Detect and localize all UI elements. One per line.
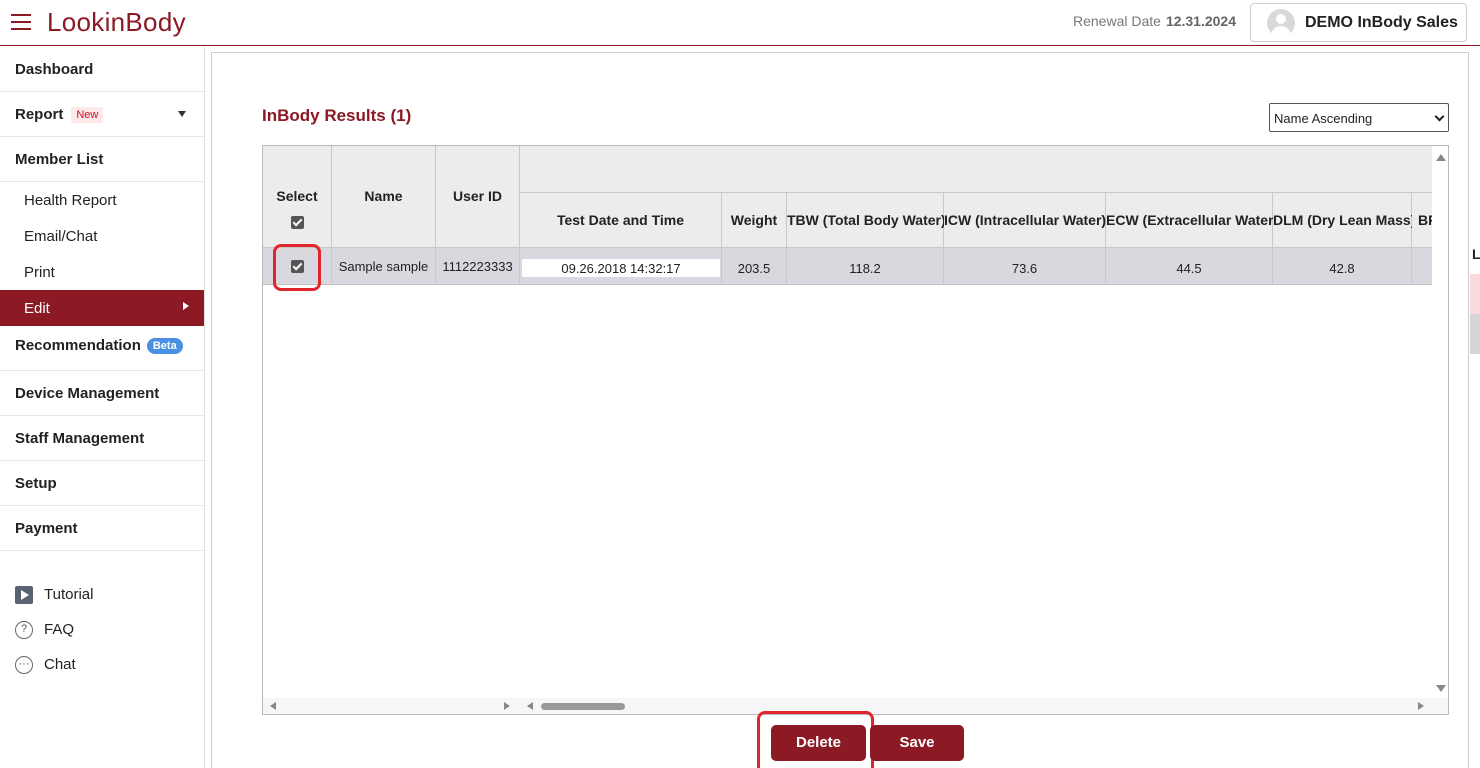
scroll-down-icon[interactable] (1436, 685, 1446, 692)
select-all-checkbox[interactable] (290, 216, 304, 229)
column-header-test-date[interactable]: Test Date and Time (520, 193, 722, 248)
help-item-chat[interactable]: ··· Chat (14, 647, 93, 682)
app-logo[interactable]: LookinBody (47, 7, 186, 38)
sidebar-item-label: Edit (24, 300, 50, 317)
test-date-input[interactable]: 09.26.2018 14:32:17 (522, 259, 720, 277)
checkbox-highlight-marker (273, 244, 321, 291)
user-name: DEMO InBody Sales (1305, 14, 1458, 31)
scroll-left-icon[interactable] (527, 702, 533, 710)
page-title: InBody Results (1) (262, 106, 412, 125)
renewal-info: Renewal Date 12.31.2024 (1073, 13, 1236, 29)
sidebar-item-label: Staff Management (15, 430, 145, 447)
column-header-ecw[interactable]: ECW (Extracellular Water) (1106, 193, 1278, 248)
header-label: Select (276, 188, 318, 204)
row-ecw[interactable]: 44.5 (1106, 248, 1273, 285)
vertical-scrollbar[interactable] (1432, 146, 1448, 700)
sidebar-item-recommendation[interactable]: Recommendation Beta (0, 326, 204, 371)
sidebar-item-label: Report (15, 106, 64, 123)
sidebar-subitem-email-chat[interactable]: Email/Chat (0, 218, 204, 254)
scroll-thumb[interactable] (541, 703, 625, 710)
scroll-right-icon[interactable] (1418, 702, 1424, 710)
avatar-icon (1267, 9, 1295, 37)
row-bf[interactable] (1412, 248, 1434, 285)
sidebar-item-dashboard[interactable]: Dashboard (0, 47, 204, 92)
sidebar-item-label: Member List (15, 151, 104, 168)
renewal-label: Renewal Date (1073, 13, 1161, 29)
sidebar-item-label: Payment (15, 520, 78, 537)
sidebar-item-label: Recommendation (15, 337, 141, 354)
help-label: FAQ (44, 621, 75, 638)
chevron-down-icon (1434, 111, 1445, 122)
column-header-bf[interactable]: BF (1412, 193, 1434, 248)
beta-badge: Beta (146, 338, 183, 354)
chat-bubble-icon: ··· (15, 655, 33, 674)
sort-selected-value: Name Ascending (1274, 111, 1373, 126)
scroll-up-icon[interactable] (1436, 154, 1446, 161)
sidebar-item-member-list[interactable]: Member List (0, 137, 204, 182)
scroll-left-icon[interactable] (270, 702, 276, 710)
help-item-faq[interactable]: ? FAQ (14, 612, 93, 647)
chevron-right-icon (183, 302, 189, 310)
save-button[interactable]: Save (870, 725, 964, 761)
sidebar-item-staff-management[interactable]: Staff Management (0, 416, 204, 461)
sidebar-item-payment[interactable]: Payment (0, 506, 204, 551)
column-header-dlm[interactable]: DLM (Dry Lean Mass) (1273, 193, 1415, 248)
help-label: Tutorial (44, 586, 94, 603)
row-test-date-cell: 09.26.2018 14:32:17 (520, 248, 722, 285)
sidebar-item-label: Setup (15, 475, 57, 492)
row-tbw[interactable]: 118.2 (787, 248, 944, 285)
row-user-id[interactable]: 1112223333 (436, 248, 520, 285)
header-group-band (520, 146, 1434, 193)
chevron-down-icon (178, 111, 186, 117)
top-header: LookinBody Renewal Date 12.31.2024 DEMO I… (0, 0, 1480, 46)
sidebar-subitem-edit[interactable]: Edit (0, 290, 204, 326)
sidebar-item-report[interactable]: Report New (0, 92, 204, 137)
column-header-icw[interactable]: ICW (Intracellular Water) (944, 193, 1106, 248)
cut-off-panel (1470, 314, 1480, 354)
cut-off-label: L (1472, 246, 1480, 262)
sidebar-subitem-health-report[interactable]: Health Report (0, 182, 204, 218)
sidebar-subitem-print[interactable]: Print (0, 254, 204, 290)
results-table: Select Name User ID Test Date and Time W… (262, 145, 1449, 715)
help-label: Chat (44, 656, 76, 673)
row-dlm[interactable]: 42.8 (1273, 248, 1412, 285)
column-header-weight[interactable]: Weight (722, 193, 787, 248)
play-icon (15, 585, 33, 604)
sidebar-item-device-management[interactable]: Device Management (0, 371, 204, 416)
question-icon: ? (15, 620, 33, 639)
sidebar-item-label: Dashboard (15, 61, 94, 78)
delete-button[interactable]: Delete (771, 725, 866, 761)
sidebar-item-label: Device Management (15, 385, 160, 402)
column-header-name[interactable]: Name (332, 146, 436, 248)
row-weight[interactable]: 203.5 (722, 248, 787, 285)
sidebar-item-setup[interactable]: Setup (0, 461, 204, 506)
column-header-select: Select (263, 146, 332, 248)
help-links: Tutorial ? FAQ ··· Chat (14, 577, 93, 682)
help-item-tutorial[interactable]: Tutorial (14, 577, 93, 612)
column-header-user-id[interactable]: User ID (436, 146, 520, 248)
user-account-button[interactable]: DEMO InBody Sales (1250, 3, 1467, 42)
row-icw[interactable]: 73.6 (944, 248, 1106, 285)
new-badge: New (71, 107, 104, 123)
cut-off-panel-highlight (1470, 274, 1480, 314)
row-name[interactable]: Sample sample (332, 248, 436, 285)
column-header-tbw[interactable]: TBW (Total Body Water) (787, 193, 946, 248)
renewal-date: 12.31.2024 (1165, 13, 1237, 29)
sort-select[interactable]: Name Ascending (1269, 103, 1449, 132)
menu-icon[interactable] (11, 14, 31, 30)
sidebar: Dashboard Report New Member List Health R… (0, 47, 205, 768)
scroll-right-icon[interactable] (504, 702, 510, 710)
